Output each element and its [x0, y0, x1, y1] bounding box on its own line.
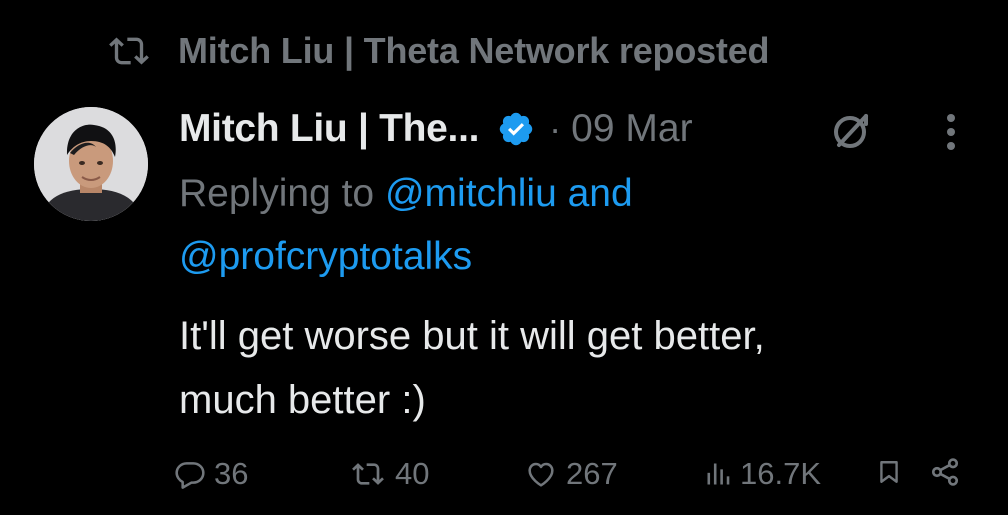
- repost-count: 40: [395, 456, 430, 491]
- repost-button[interactable]: 40: [349, 448, 429, 500]
- bookmark-button[interactable]: [876, 448, 902, 500]
- verified-badge-icon[interactable]: [497, 110, 535, 148]
- bookmark-icon: [876, 456, 902, 493]
- separator-dot: ·: [549, 108, 562, 149]
- mention-link[interactable]: @profcryptotalks: [179, 235, 472, 278]
- mention-link[interactable]: @mitchliu: [385, 172, 557, 215]
- tweet-text-line: It'll get worse but it will get better,: [179, 314, 765, 358]
- like-count: 267: [566, 456, 618, 491]
- repost-label[interactable]: Mitch Liu | Theta Network reposted: [178, 30, 770, 72]
- mention-joiner[interactable]: and: [568, 172, 633, 215]
- timestamp[interactable]: 09 Mar: [571, 107, 692, 151]
- reply-button[interactable]: 36: [174, 448, 248, 500]
- views-count: 16.7K: [740, 456, 822, 491]
- views-button[interactable]: 16.7K: [704, 448, 821, 500]
- tweet-text: It'll get worse but it will get better, …: [179, 304, 979, 432]
- more-options-icon[interactable]: [937, 108, 965, 161]
- tweet-text-line: much better :): [179, 378, 426, 422]
- repost-icon: [106, 31, 152, 71]
- repost-action-icon: [349, 458, 387, 490]
- share-icon: [929, 456, 961, 493]
- reply-prefix: Replying to: [179, 172, 375, 215]
- grok-icon[interactable]: [826, 106, 876, 161]
- share-button[interactable]: [929, 448, 961, 500]
- views-icon: [704, 458, 732, 490]
- reply-context: Replying to @mitchliu and @profcryptotal…: [179, 162, 969, 288]
- reply-icon: [174, 458, 206, 490]
- tweet-header: Mitch Liu | The... · 09 Mar: [179, 100, 693, 158]
- like-button[interactable]: 267: [524, 448, 618, 500]
- avatar[interactable]: [34, 107, 148, 221]
- action-bar: 36 40 267 16.7K: [0, 448, 1008, 500]
- heart-icon: [524, 458, 558, 490]
- repost-header[interactable]: Mitch Liu | Theta Network reposted: [106, 26, 770, 76]
- author-name[interactable]: Mitch Liu | The...: [179, 107, 479, 151]
- reply-count: 36: [214, 456, 249, 491]
